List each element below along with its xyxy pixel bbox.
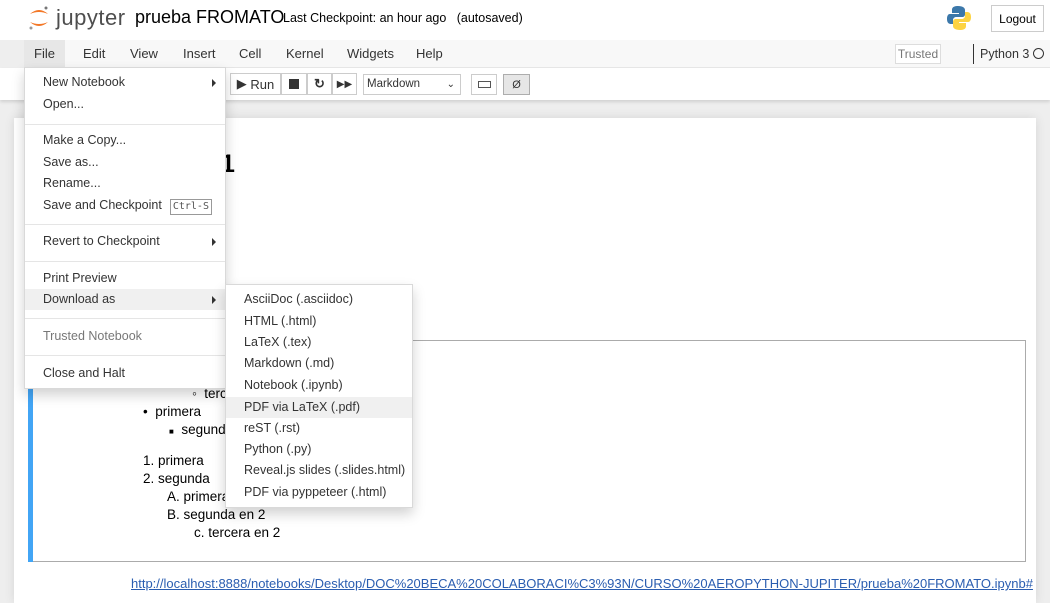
download-python[interactable]: Python (.py) (226, 439, 412, 460)
menu-edit[interactable]: Edit (73, 40, 115, 67)
menu-divider (25, 261, 225, 262)
menu-help[interactable]: Help (406, 40, 453, 67)
restart-run-all-button[interactable]: ▶▶ (332, 73, 357, 95)
menu-item-open[interactable]: Open... (25, 94, 225, 115)
command-palette-button[interactable] (471, 74, 497, 95)
caret-right-icon (212, 296, 216, 304)
menu-item-trusted-notebook: Trusted Notebook (43, 329, 142, 343)
python-logo-icon (947, 6, 971, 30)
menu-item-print-preview[interactable]: Print Preview (25, 268, 225, 289)
download-pdf-latex[interactable]: PDF via LaTeX (.pdf) (226, 397, 412, 418)
menu-divider (25, 355, 225, 356)
menu-file[interactable]: File (24, 40, 65, 67)
stop-icon (289, 79, 299, 89)
restart-button[interactable]: ↻ (307, 73, 332, 95)
toggle-visibility-button[interactable]: Ø (503, 74, 530, 95)
menu-widgets[interactable]: Widgets (337, 40, 404, 67)
download-latex[interactable]: LaTeX (.tex) (226, 332, 412, 353)
menu-item-new-notebook[interactable]: New Notebook (25, 72, 225, 93)
list-item: • primera (143, 404, 201, 419)
menu-divider (25, 318, 225, 319)
logout-button[interactable]: Logout (991, 5, 1044, 32)
eye-slash-icon: Ø (512, 78, 521, 91)
play-icon: ▶ (236, 76, 247, 91)
menu-item-revert-checkpoint[interactable]: Revert to Checkpoint (25, 231, 225, 252)
interrupt-button[interactable] (281, 73, 307, 95)
run-label: Run (250, 76, 275, 92)
cell-type-select[interactable]: Markdown ⌄ (363, 74, 461, 95)
jupyter-logo[interactable]: jupyter (28, 5, 126, 31)
autosave-text: (autosaved) (456, 11, 523, 25)
menu-item-label: Revert to Checkpoint (43, 234, 160, 248)
menu-item-label: Download as (43, 292, 116, 306)
download-reveal-slides[interactable]: Reveal.js slides (.slides.html) (226, 460, 412, 481)
download-asciidoc[interactable]: AsciiDoc (.asciidoc) (226, 289, 412, 310)
jupyter-logo-text: jupyter (56, 5, 126, 30)
fast-forward-icon: ▶▶ (336, 78, 353, 90)
menu-item-make-copy[interactable]: Make a Copy... (25, 130, 225, 151)
list-item: A. primera (167, 489, 230, 504)
list-item: 1. primera (143, 453, 204, 468)
menu-view[interactable]: View (120, 40, 168, 67)
list-item: ■ segunda (169, 422, 234, 437)
menu-item-label: Save and Checkpoint (43, 198, 162, 212)
menu-item-download-as[interactable]: Download as (25, 289, 225, 310)
menu-item-rename[interactable]: Rename... (25, 173, 225, 194)
caret-right-icon (212, 238, 216, 246)
kernel-name: Python 3 (973, 44, 1029, 64)
menu-kernel[interactable]: Kernel (276, 40, 334, 67)
trusted-indicator[interactable]: Trusted (895, 44, 941, 64)
jupyter-logo-icon (29, 6, 48, 30)
menu-item-save-checkpoint[interactable]: Save and Checkpoint Ctrl-S (25, 195, 225, 216)
download-markdown[interactable]: Markdown (.md) (226, 353, 412, 374)
checkpoint-text: Last Checkpoint: an hour ago (283, 11, 447, 25)
notebook-url-link[interactable]: http://localhost:8888/notebooks/Desktop/… (131, 576, 1033, 591)
kernel-idle-icon (1033, 48, 1044, 59)
menu-item-label: New Notebook (43, 75, 125, 89)
notebook-name[interactable]: prueba FROMATO (135, 7, 284, 28)
list-item: 2. segunda (143, 471, 210, 486)
download-notebook[interactable]: Notebook (.ipynb) (226, 375, 412, 396)
list-item: B. segunda en 2 (167, 507, 266, 522)
menu-item-save-as[interactable]: Save as... (25, 152, 225, 173)
cell-type-value: Markdown (367, 78, 421, 90)
list-item: c. tercera en 2 (194, 525, 281, 540)
download-html[interactable]: HTML (.html) (226, 311, 412, 332)
menu-insert[interactable]: Insert (173, 40, 226, 67)
menu-item-close-halt[interactable]: Close and Halt (25, 363, 225, 384)
menu-divider (25, 124, 225, 125)
download-as-submenu: AsciiDoc (.asciidoc) HTML (.html) LaTeX … (225, 284, 413, 508)
shortcut-badge: Ctrl-S (169, 199, 212, 215)
list-item-text: primera (155, 404, 201, 419)
file-menu: New Notebook Open... Make a Copy... Save… (24, 67, 226, 389)
keyboard-icon (477, 81, 491, 88)
download-rst[interactable]: reST (.rst) (226, 418, 412, 439)
menu-cell[interactable]: Cell (229, 40, 271, 67)
menu-divider (25, 224, 225, 225)
caret-right-icon (212, 79, 216, 87)
restart-icon: ↻ (314, 76, 325, 91)
run-button[interactable]: ▶ Run (230, 73, 281, 95)
checkpoint-status: Last Checkpoint: an hour ago (autosaved) (283, 11, 523, 25)
chevron-down-icon: ⌄ (446, 79, 455, 90)
download-pdf-pyppeteer[interactable]: PDF via pyppeteer (.html) (226, 482, 412, 503)
